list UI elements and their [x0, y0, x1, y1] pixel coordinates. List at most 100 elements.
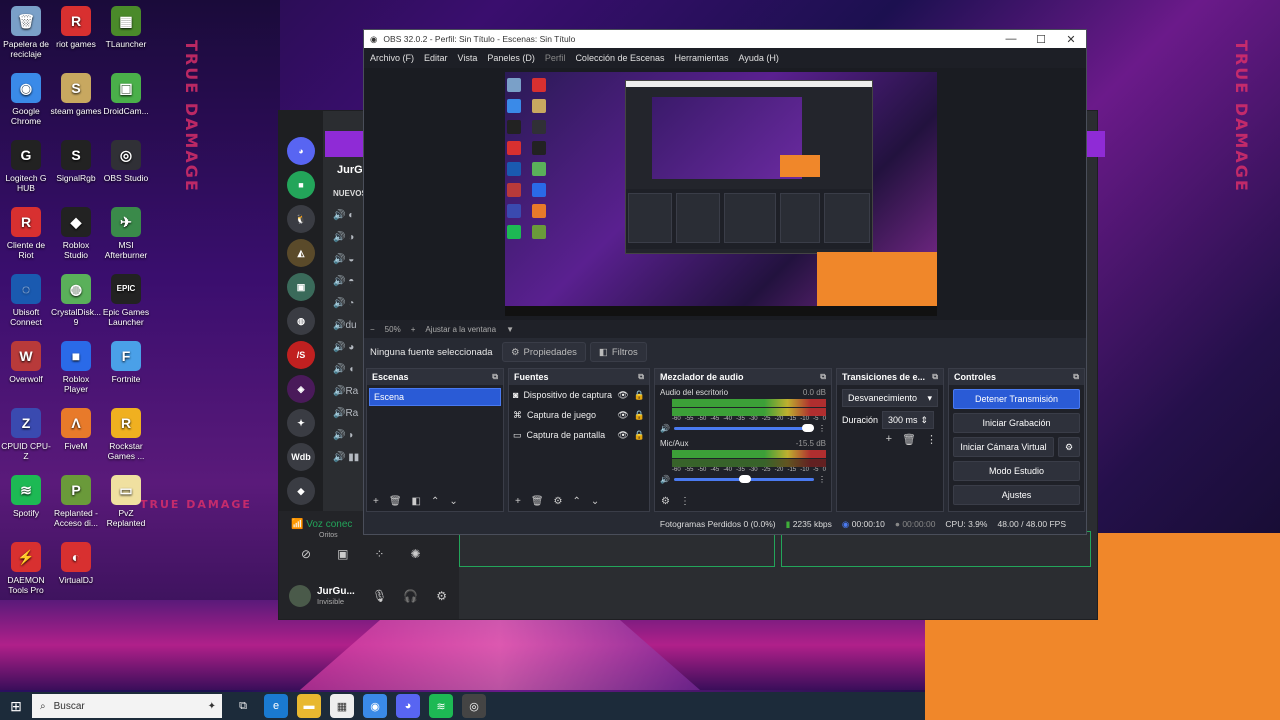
taskbar-search[interactable]: ⌕ Buscar ✦ [32, 694, 222, 718]
desktop-icon[interactable]: ✈ MSI Afterburner [100, 207, 152, 260]
discord-server[interactable]: 🐧 [287, 205, 315, 233]
chevron-down-icon[interactable]: ▼ [506, 325, 514, 334]
settings-button[interactable]: Ajustes [953, 485, 1080, 505]
popout-icon[interactable]: ⧉ [820, 372, 826, 382]
desktop-icon[interactable]: ◌ Ubisoft Connect [0, 274, 52, 327]
source-item[interactable]: ▭ Captura de pantalla 👁 🔒 [509, 425, 649, 445]
discord-server[interactable]: ■ [287, 171, 315, 199]
chrome-icon[interactable]: ◉ [363, 694, 387, 718]
minimize-button[interactable]: — [996, 33, 1026, 46]
windows-start-icon[interactable]: ⊞ [0, 692, 32, 720]
headphones-icon[interactable]: 🎧 [403, 589, 418, 603]
avatar[interactable] [289, 585, 311, 607]
screen-share-icon[interactable]: ▣ [337, 547, 348, 561]
gear-icon[interactable]: ⚙ [1058, 437, 1080, 457]
source-item[interactable]: ⌘ Captura de juego 👁 🔒 [509, 405, 649, 425]
menu-vista[interactable]: Vista [458, 53, 478, 63]
studio-mode-button[interactable]: Modo Estudio [953, 461, 1080, 481]
volume-knob[interactable] [738, 475, 751, 483]
desktop-icon[interactable]: 🗑 Papelera de reciclaje [0, 6, 52, 59]
speaker-icon[interactable]: 🔊 [660, 475, 670, 484]
desktop-icon[interactable]: Rriot games [50, 6, 102, 49]
desktop-icon[interactable]: R Cliente de Riot [0, 207, 52, 260]
popout-icon[interactable]: ⧉ [1073, 372, 1079, 382]
discord-server[interactable]: ◆ [287, 477, 315, 505]
transition-select[interactable]: Desvanecimiento ▾ [842, 389, 938, 407]
properties-button[interactable]: ⚙ Propiedades [502, 342, 586, 362]
virtual-cam-button[interactable]: Iniciar Cámara Virtual [953, 437, 1054, 457]
popout-icon[interactable]: ⧉ [932, 372, 938, 382]
duration-input[interactable]: 300 ms ⇕ [882, 411, 935, 429]
desktop-icon[interactable]: G Logitech G HUB [0, 140, 52, 193]
task-view-icon[interactable]: ⧉ [231, 694, 255, 718]
maximize-button[interactable]: ☐ [1026, 33, 1056, 46]
menu-coleccion[interactable]: Colección de Escenas [575, 53, 664, 63]
menu-perfil[interactable]: Perfil [545, 53, 566, 63]
popout-icon[interactable]: ⧉ [638, 372, 644, 382]
desktop-icon[interactable]: R Rockstar Games ... [100, 408, 152, 461]
spotify-icon[interactable]: ≋ [429, 694, 453, 718]
add-icon[interactable]: + [515, 496, 521, 507]
desktop-icon[interactable]: EPIC Epic Games Launcher [100, 274, 152, 327]
fit-window-button[interactable]: Ajustar a la ventana [425, 325, 496, 334]
discord-server[interactable]: /S [287, 341, 315, 369]
desktop-icon[interactable]: Λ FiveM [50, 408, 102, 451]
menu-ayuda[interactable]: Ayuda (H) [739, 53, 779, 63]
obs-icon[interactable]: ◎ [462, 694, 486, 718]
discord-server[interactable]: ▣ [287, 273, 315, 301]
stop-stream-button[interactable]: Detener Transmisión [953, 389, 1080, 409]
desktop-icon[interactable]: ≋ Spotify [0, 475, 52, 518]
filter-icon[interactable]: ◧ [412, 496, 421, 507]
start-record-button[interactable]: Iniciar Grabación [953, 413, 1080, 433]
chevron-down-icon[interactable]: ⌄ [591, 496, 599, 507]
eye-icon[interactable]: 👁 [617, 390, 628, 401]
zoom-in-button[interactable]: + [411, 325, 416, 334]
program-preview[interactable] [505, 72, 937, 316]
participant-tile[interactable] [781, 531, 1091, 567]
trash-icon[interactable]: 🗑 [389, 496, 402, 507]
desktop-icon[interactable]: ■ Roblox Player [50, 341, 102, 394]
activities-icon[interactable]: ⁘ [374, 547, 384, 561]
microphone-icon[interactable]: 🎙 [372, 589, 387, 603]
menu-archivo[interactable]: Archivo (F) [370, 53, 414, 63]
source-item[interactable]: ◙ Dispositivo de captura 👁 🔒 [509, 385, 649, 405]
volume-slider[interactable] [673, 475, 814, 483]
add-icon[interactable]: + [373, 496, 379, 507]
desktop-icon[interactable]: ◉ Google Chrome [0, 73, 52, 126]
filters-button[interactable]: ◧ Filtros [589, 342, 647, 362]
desktop-icon[interactable]: W Overwolf [0, 341, 52, 384]
desktop-icon[interactable]: ◍ CrystalDisk... 9 [50, 274, 102, 327]
gear-icon[interactable]: ⚙ [661, 496, 670, 507]
file-explorer-icon[interactable]: ▬ [297, 694, 321, 718]
volume-knob[interactable] [802, 424, 814, 432]
lock-icon[interactable]: 🔒 [634, 390, 645, 401]
kebab-icon[interactable]: ⋮ [818, 475, 826, 484]
desktop-icon[interactable]: ▭ PvZ Replanted [100, 475, 152, 528]
edge-icon[interactable]: e [264, 694, 288, 718]
desktop-icon[interactable]: S SignalRgb [50, 140, 102, 183]
soundboard-icon[interactable]: ✺ [410, 547, 420, 561]
discord-server[interactable]: ◈ [287, 375, 315, 403]
menu-herramientas[interactable]: Herramientas [675, 53, 729, 63]
trash-icon[interactable]: 🗑 [531, 496, 544, 507]
chevron-up-icon[interactable]: ⌃ [573, 496, 581, 507]
menu-editar[interactable]: Editar [424, 53, 448, 63]
desktop-icon[interactable]: ⚡ DAEMON Tools Pro [0, 542, 52, 595]
desktop-icon[interactable]: P Replanted - Acceso di... [50, 475, 102, 528]
store-icon[interactable]: ▦ [330, 694, 354, 718]
popout-icon[interactable]: ⧉ [492, 372, 498, 382]
volume-slider[interactable] [673, 424, 814, 432]
discord-icon[interactable]: ◕ [396, 694, 420, 718]
menu-paneles[interactable]: Paneles (D) [487, 53, 535, 63]
desktop-icon[interactable]: Ssteam games [50, 73, 102, 116]
discord-server[interactable]: ◍ [287, 307, 315, 335]
kebab-icon[interactable]: ⋮ [818, 424, 826, 433]
desktop-icon[interactable]: ◎ OBS Studio [100, 140, 152, 183]
desktop-icon[interactable]: ▦ TLauncher [100, 6, 152, 49]
desktop-icon[interactable]: ◐ VirtualDJ [50, 542, 102, 585]
kebab-icon[interactable]: ⋮ [680, 496, 690, 507]
camera-off-icon[interactable]: ⊘ [301, 547, 311, 561]
participant-tile[interactable] [459, 531, 775, 567]
chevron-down-icon[interactable]: ⌄ [449, 496, 457, 507]
zoom-out-button[interactable]: − [370, 325, 375, 334]
